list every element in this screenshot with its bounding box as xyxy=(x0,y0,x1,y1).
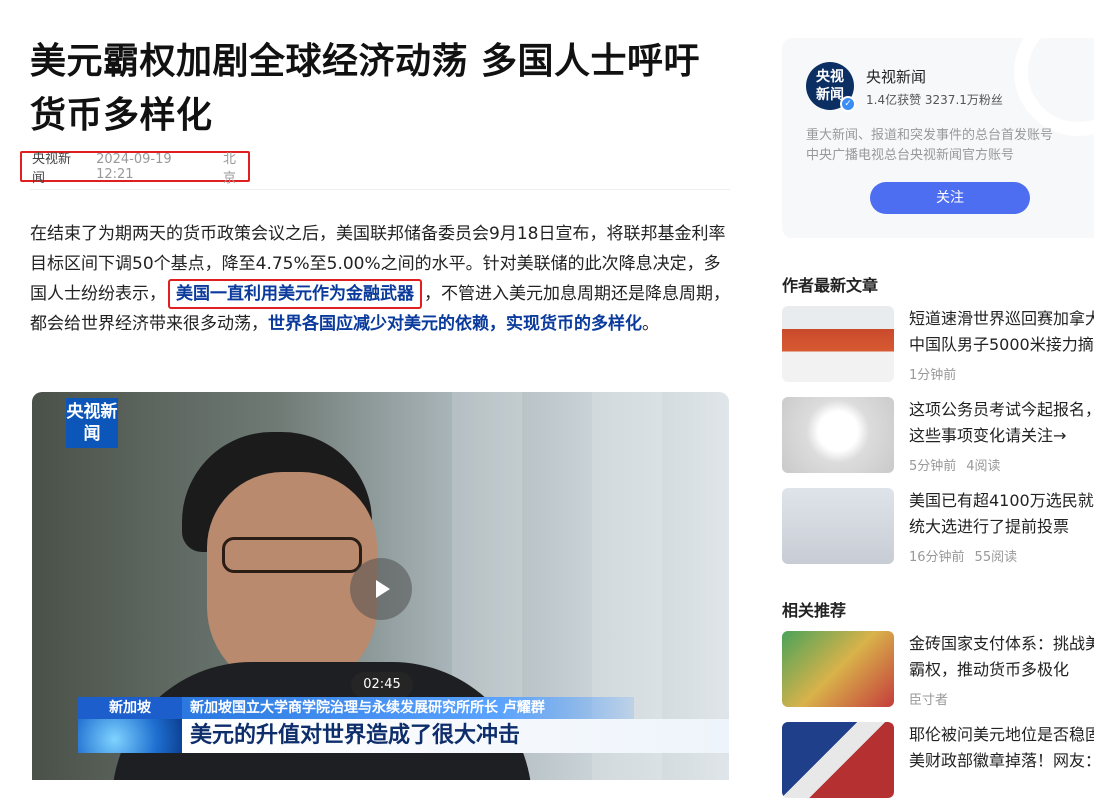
author-card: 央视新闻 ✓ 央视新闻 1.4亿获赞 3237.1万粉丝 重大新闻、报道和突发事… xyxy=(782,8,1094,238)
avatar[interactable]: 央视新闻 ✓ xyxy=(806,62,856,112)
article-title: 美元霸权加剧全球经济动荡 多国人士呼吁货币多样化 xyxy=(30,41,701,136)
list-item-title[interactable]: 耶伦被问美元地位是否稳固，美财政部徽章掉落！网友： xyxy=(909,722,1094,774)
item-time: 5分钟前 xyxy=(909,459,957,474)
author-description: 重大新闻、报道和突发事件的总台首发账号 中央广播电视总台央视新闻官方账号 xyxy=(806,126,1053,166)
latest-articles-heading: 作者最新文章 xyxy=(782,276,879,295)
play-button[interactable] xyxy=(350,558,412,620)
boxed-highlight: 美国一直利用美元作为金融武器 xyxy=(168,279,422,309)
article-location: 北京 xyxy=(222,151,236,186)
list-item[interactable]: 短道速滑世界巡回赛加拿大站 中国队男子5000米接力摘银 1分钟前 xyxy=(782,306,1094,383)
video-person-glasses xyxy=(222,537,362,573)
caption-location: 新加坡 xyxy=(78,697,182,719)
verified-icon: ✓ xyxy=(840,96,856,112)
article-paragraph-end: 。 xyxy=(642,314,659,334)
list-item[interactable]: 金砖国家支付体系：挑战美元霸权，推动货币多极化 臣寸者 xyxy=(782,631,1094,708)
article-thumbnail[interactable] xyxy=(782,488,894,564)
author-desc-line: 中央广播电视总台央视新闻官方账号 xyxy=(806,148,1015,163)
item-reads: 55阅读 xyxy=(974,550,1018,565)
list-item[interactable]: 这项公务员考试今起报名，有这些事项变化请关注→ 5分钟前 4阅读 xyxy=(782,397,1094,474)
list-item-title[interactable]: 短道速滑世界巡回赛加拿大站 中国队男子5000米接力摘银 xyxy=(909,306,1094,358)
list-item-title[interactable]: 美国已有超4100万选民就总统大选进行了提前投票 xyxy=(909,488,1094,540)
list-item-title[interactable]: 金砖国家支付体系：挑战美元霸权，推动货币多极化 xyxy=(909,631,1094,683)
article-meta: 央视新闻 2024-09-19 12:21 北京 xyxy=(20,151,250,186)
caption-globe-graphic xyxy=(78,719,182,753)
play-icon xyxy=(376,580,390,598)
list-item-meta: 16分钟前 55阅读 xyxy=(909,546,1017,565)
article-body: 在结束了为期两天的货币政策会议之后，美国联邦储备委员会9月18日宣布，将联邦基金… xyxy=(30,219,730,339)
author-stats: 1.4亿获赞 3237.1万粉丝 xyxy=(866,93,1003,107)
list-item-meta: 5分钟前 4阅读 xyxy=(909,455,1001,474)
item-time: 臣寸者 xyxy=(909,693,949,708)
list-item-meta: 1分钟前 xyxy=(909,364,956,383)
author-desc-line: 重大新闻、报道和突发事件的总台首发账号 xyxy=(806,128,1054,143)
card-decoration xyxy=(1014,8,1094,136)
blue-highlight: 世界各国应减少对美元的依赖，实现货币的多样化 xyxy=(268,314,642,334)
list-item[interactable]: 美国已有超4100万选民就总统大选进行了提前投票 16分钟前 55阅读 xyxy=(782,488,1094,565)
video-player[interactable]: 央视新闻 02:45 新加坡 新加坡国立大学商学院治理与永续发展研究所所长 卢耀… xyxy=(32,392,729,780)
video-duration: 02:45 xyxy=(351,672,413,698)
article-source[interactable]: 央视新闻 xyxy=(32,148,82,186)
cctv-news-logo: 央视新闻 xyxy=(66,398,118,448)
article-thumbnail[interactable] xyxy=(782,631,894,707)
list-item-meta: 臣寸者 xyxy=(909,689,948,708)
caption-main-text: 美元的升值对世界造成了很大冲击 xyxy=(182,719,729,753)
author-name[interactable]: 央视新闻 xyxy=(866,66,926,87)
item-time: 16分钟前 xyxy=(909,550,965,565)
article-thumbnail[interactable] xyxy=(782,397,894,473)
follow-button[interactable]: 关注 xyxy=(870,182,1030,214)
item-time: 1分钟前 xyxy=(909,368,957,383)
meta-divider xyxy=(30,189,730,190)
related-heading: 相关推荐 xyxy=(782,601,847,620)
item-reads: 4阅读 xyxy=(966,459,1001,474)
caption-speaker: 新加坡国立大学商学院治理与永续发展研究所所长 卢耀群 xyxy=(182,697,634,719)
list-item-title[interactable]: 这项公务员考试今起报名，有这些事项变化请关注→ xyxy=(909,397,1094,449)
article-thumbnail[interactable] xyxy=(782,306,894,382)
article-datetime: 2024-09-19 12:21 xyxy=(96,151,172,182)
article-thumbnail[interactable] xyxy=(782,722,894,798)
list-item[interactable]: 耶伦被问美元地位是否稳固，美财政部徽章掉落！网友： xyxy=(782,722,1094,798)
